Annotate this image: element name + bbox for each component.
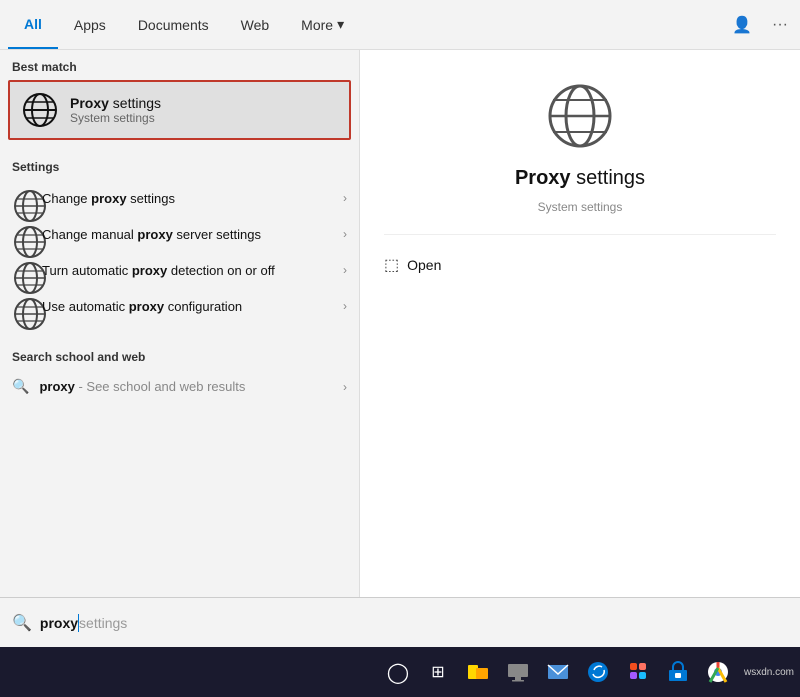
chevron-right-icon: › xyxy=(343,380,347,394)
open-action[interactable]: ⬚ Open xyxy=(384,251,776,279)
right-panel-title: Proxy settings xyxy=(515,167,645,190)
taskbar-taskview[interactable]: ⊞ xyxy=(420,654,456,690)
settings-item-text: Use automatic proxy configuration xyxy=(42,299,333,314)
search-school-section: Search school and web 🔍 proxy - See scho… xyxy=(0,332,359,411)
globe-icon xyxy=(12,188,32,208)
taskbar-circle-button[interactable]: ◯ xyxy=(380,654,416,690)
chevron-down-icon: ▾ xyxy=(337,16,344,33)
right-panel-subtitle: System settings xyxy=(538,200,623,214)
open-icon: ⬚ xyxy=(384,255,399,275)
proxy-settings-icon-large xyxy=(544,80,616,157)
tab-documents[interactable]: Documents xyxy=(122,0,225,49)
account-icon[interactable]: 👤 xyxy=(728,11,756,39)
search-item-text: proxy - See school and web results xyxy=(39,379,333,394)
chevron-right-icon: › xyxy=(343,191,347,205)
settings-section-label: Settings xyxy=(0,150,359,180)
taskbar-monitor[interactable] xyxy=(500,654,536,690)
right-panel-actions: ⬚ Open xyxy=(384,235,776,295)
open-label: Open xyxy=(407,257,441,273)
best-match-title: Proxy settings xyxy=(70,95,161,111)
taskbar-figma[interactable] xyxy=(620,654,656,690)
globe-icon xyxy=(12,224,32,244)
settings-item-text: Turn automatic proxy detection on or off xyxy=(42,263,333,278)
top-navigation: All Apps Documents Web More ▾ 👤 ··· xyxy=(0,0,800,50)
nav-actions: 👤 ··· xyxy=(728,11,792,39)
globe-icon xyxy=(22,92,58,128)
taskbar-file-explorer[interactable] xyxy=(460,654,496,690)
tab-more[interactable]: More ▾ xyxy=(285,0,360,49)
main-content: Best match Proxy settings System setting… xyxy=(0,50,800,597)
settings-item-manual-proxy[interactable]: Change manual proxy server settings › xyxy=(0,216,359,252)
search-icon: 🔍 xyxy=(12,378,29,395)
settings-section: Settings Change proxy settings › xyxy=(0,142,359,332)
search-bar: 🔍 proxy settings xyxy=(0,597,800,647)
right-panel-header: Proxy settings System settings xyxy=(384,80,776,235)
search-ghost-text: settings xyxy=(79,615,127,631)
taskbar-edge[interactable] xyxy=(580,654,616,690)
more-options-icon[interactable]: ··· xyxy=(768,12,792,38)
settings-item-text: Change proxy settings xyxy=(42,191,333,206)
search-school-item[interactable]: 🔍 proxy - See school and web results › xyxy=(0,370,359,403)
chevron-right-icon: › xyxy=(343,227,347,241)
taskbar-icons: ◯ ⊞ xyxy=(380,654,736,690)
tab-apps[interactable]: Apps xyxy=(58,0,122,49)
search-typed-text: proxy xyxy=(40,615,78,631)
taskbar-mail[interactable] xyxy=(540,654,576,690)
taskbar: ◯ ⊞ xyxy=(0,647,800,697)
chevron-right-icon: › xyxy=(343,299,347,313)
settings-item-change-proxy[interactable]: Change proxy settings › xyxy=(0,180,359,216)
settings-item-auto-detection[interactable]: Turn automatic proxy detection on or off… xyxy=(0,252,359,288)
settings-item-text: Change manual proxy server settings xyxy=(42,227,333,242)
globe-icon xyxy=(12,260,32,280)
left-panel: Best match Proxy settings System setting… xyxy=(0,50,360,597)
chevron-right-icon: › xyxy=(343,263,347,277)
tab-web[interactable]: Web xyxy=(225,0,286,49)
tab-all[interactable]: All xyxy=(8,0,58,49)
globe-icon xyxy=(12,296,32,316)
taskbar-info: wsxdn.com xyxy=(744,667,794,678)
best-match-item[interactable]: Proxy settings System settings xyxy=(8,80,351,140)
settings-item-auto-config[interactable]: Use automatic proxy configuration › xyxy=(0,288,359,324)
search-magnifier-icon: 🔍 xyxy=(12,613,32,633)
taskbar-store[interactable] xyxy=(660,654,696,690)
search-school-label: Search school and web xyxy=(0,340,359,370)
best-match-text: Proxy settings System settings xyxy=(70,95,161,125)
best-match-subtitle: System settings xyxy=(70,111,161,125)
right-panel: Proxy settings System settings ⬚ Open xyxy=(360,50,800,597)
best-match-label: Best match xyxy=(0,50,359,80)
search-input[interactable]: proxy settings xyxy=(40,614,788,632)
taskbar-chrome[interactable] xyxy=(700,654,736,690)
